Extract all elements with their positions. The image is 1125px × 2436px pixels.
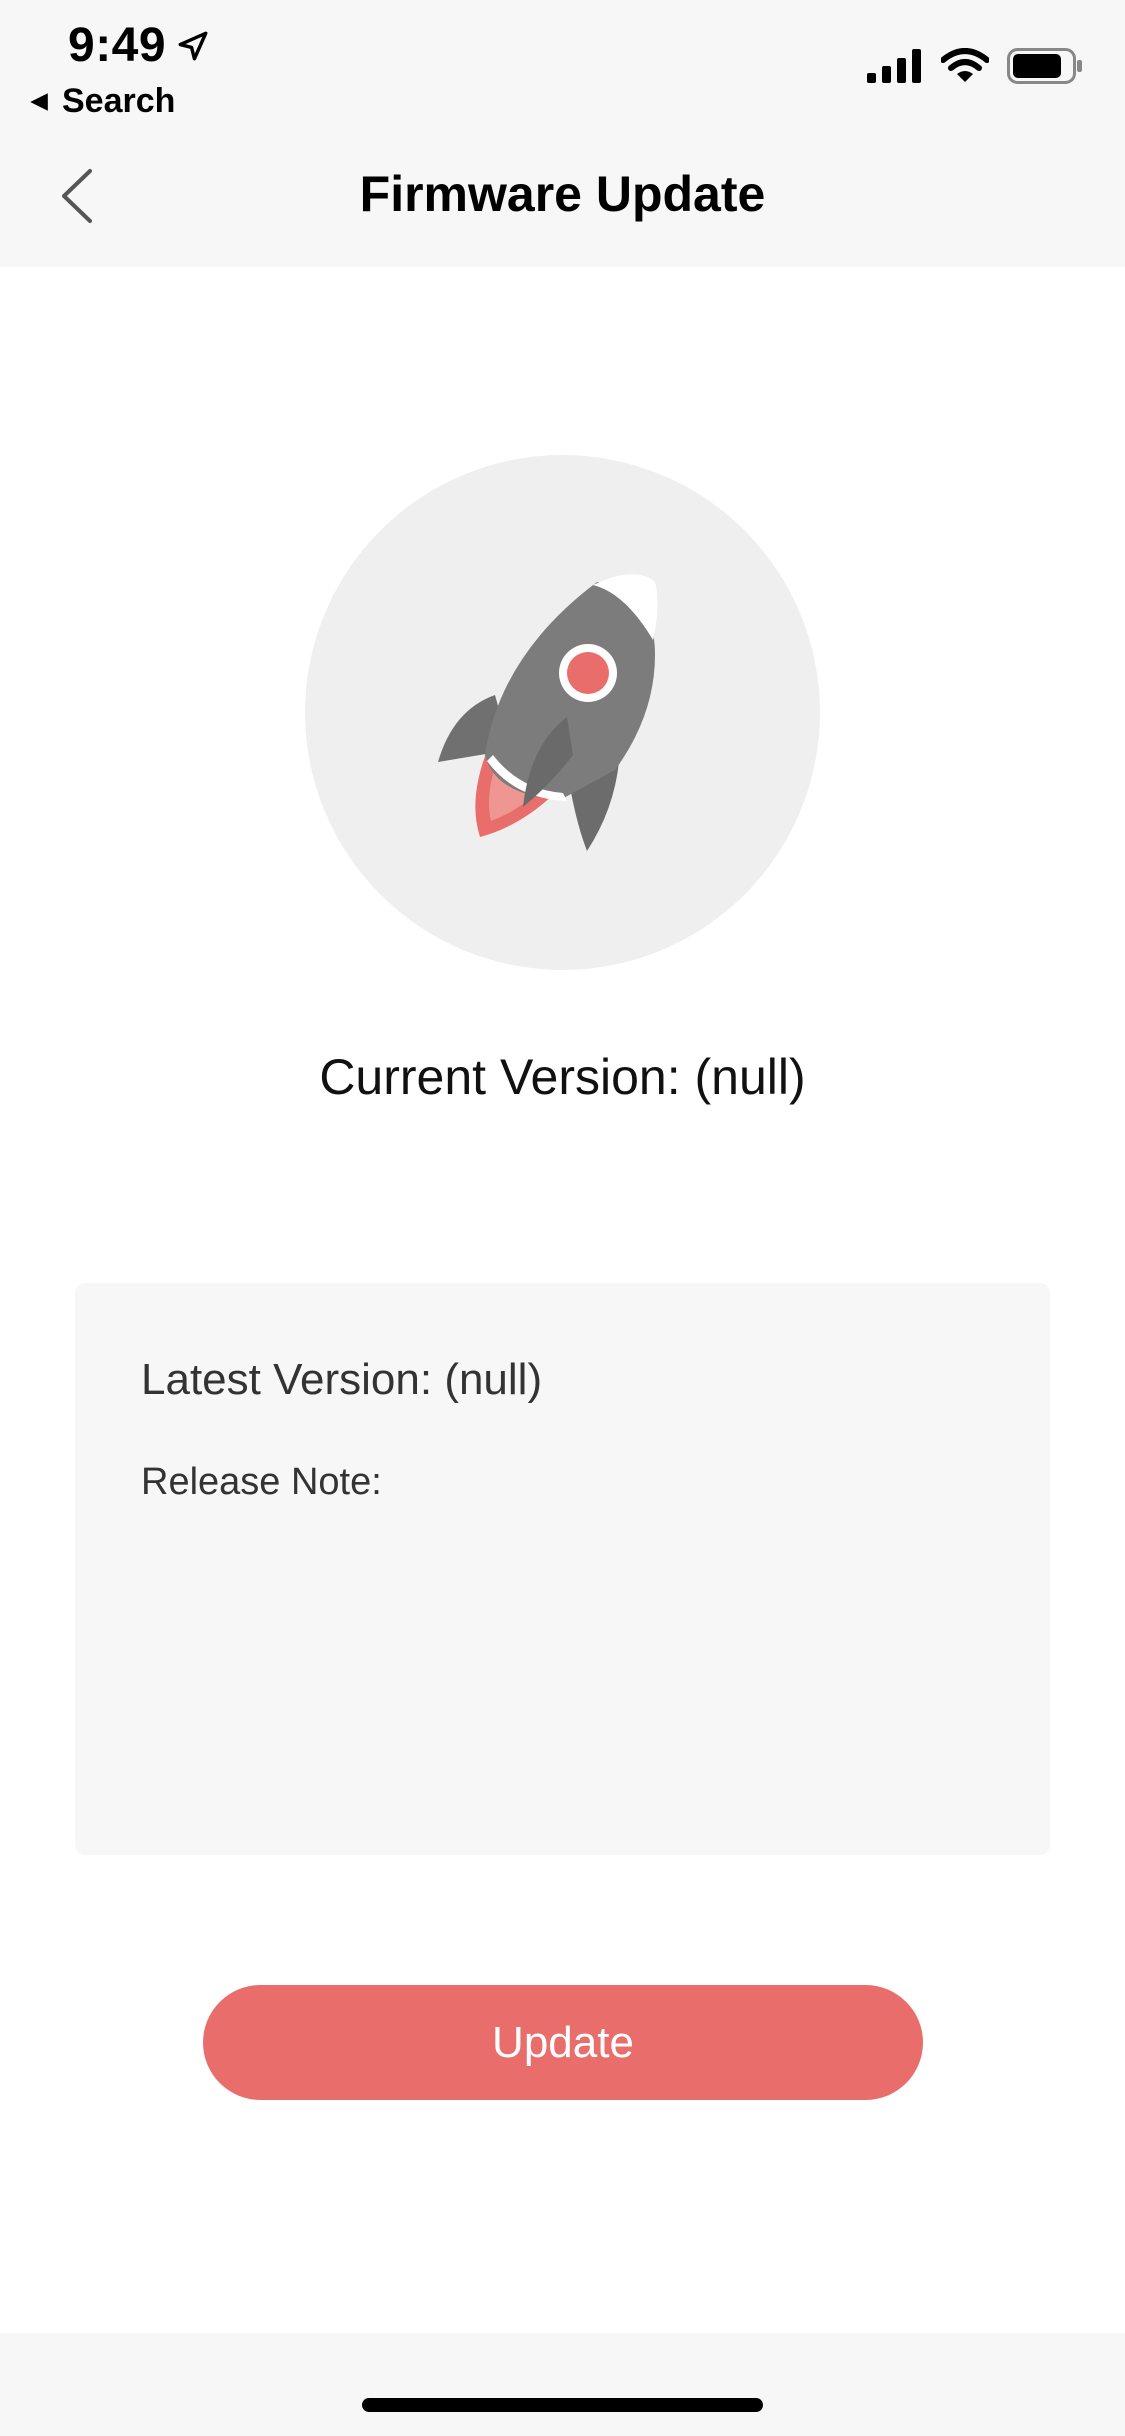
rocket-icon [438,574,658,851]
back-triangle-icon [30,92,48,111]
firmware-update-screen: 9:49 Search Firmware Update Current Vers… [0,0,1125,2436]
status-icons [867,48,1083,84]
bottom-bar [0,2333,1125,2436]
latest-version-label: Latest Version: [141,1355,433,1404]
version-info-card: Latest Version: (null) Release Note: [75,1283,1050,1855]
release-note-text [141,1523,981,1803]
latest-version-value: (null) [444,1355,543,1404]
signal-icon [867,49,921,83]
home-indicator[interactable] [362,2398,763,2412]
location-arrow-icon [178,31,208,60]
back-to-app-link[interactable]: Search [28,82,175,121]
latest-version: Latest Version: (null) [141,1355,542,1405]
status-time: 9:49 [68,18,210,73]
hero-circle [305,455,820,970]
battery-icon [1007,48,1082,84]
wifi-icon [941,48,989,82]
page-title: Firmware Update [359,166,766,222]
header: 9:49 Search Firmware Update [0,0,1125,267]
release-note-label: Release Note: [141,1461,382,1503]
update-button[interactable]: Update [203,1985,923,2100]
current-version: Current Version: (null) [0,1048,1125,1106]
back-to-app-label: Search [62,82,176,120]
current-version-value: (null) [694,1049,806,1105]
status-time-text: 9:49 [68,19,167,72]
current-version-label: Current Version: [319,1049,681,1105]
